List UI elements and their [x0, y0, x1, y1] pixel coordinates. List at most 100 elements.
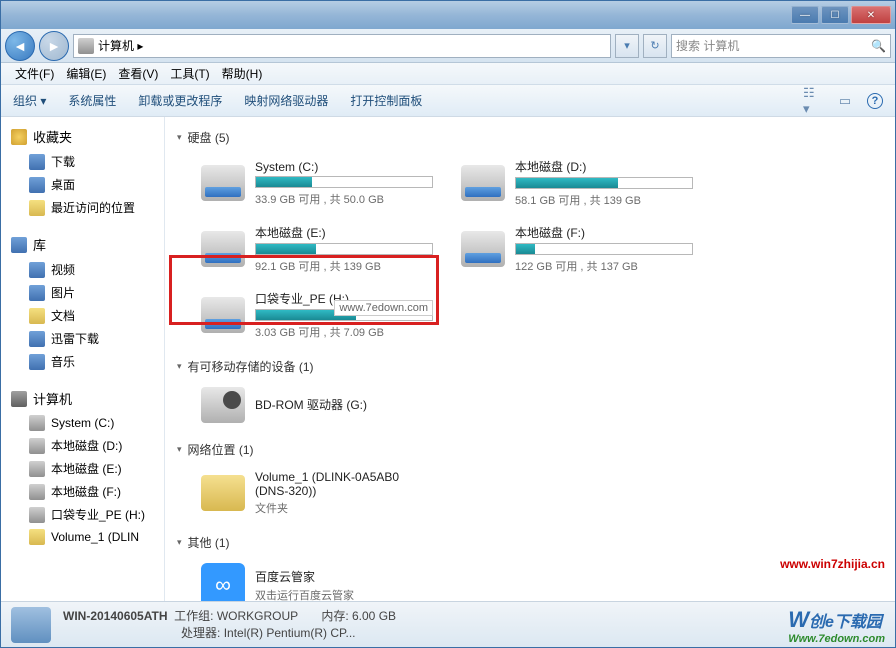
computer-icon [11, 391, 27, 407]
network-drive-icon [29, 529, 45, 545]
drive-d[interactable]: 本地磁盘 (D:) 58.1 GB 可用 , 共 139 GB [457, 154, 697, 212]
drive-icon [29, 438, 45, 454]
sidebar-item-drive-d[interactable]: 本地磁盘 (D:) [1, 434, 164, 457]
sidebar-item-drive-f[interactable]: 本地磁盘 (F:) [1, 480, 164, 503]
document-icon [29, 308, 45, 324]
window-controls: — ☐ ✕ [791, 6, 891, 24]
watermark-win7zhijia: www.win7zhijia.cn [780, 557, 885, 571]
section-network[interactable]: ▾网络位置 (1) [177, 437, 883, 462]
sidebar-item-documents[interactable]: 文档 [1, 304, 164, 327]
drive-h[interactable]: 口袋专业_PE (H:) 3.03 GB 可用 , 共 7.09 GB www.… [197, 286, 437, 344]
address-bar[interactable]: 计算机 ▸ [73, 34, 611, 58]
dropdown-history-button[interactable]: ▾ [615, 34, 639, 58]
hdd-icon [201, 231, 245, 267]
hdd-icon [461, 231, 505, 267]
video-icon [29, 262, 45, 278]
computer-icon [78, 38, 94, 54]
usage-bar [255, 243, 433, 255]
sidebar-item-drive-c[interactable]: System (C:) [1, 412, 164, 434]
folder-icon [201, 475, 245, 511]
section-removable[interactable]: ▾有可移动存储的设备 (1) [177, 354, 883, 379]
sidebar-item-downloads[interactable]: 下载 [1, 150, 164, 173]
system-properties-button[interactable]: 系统属性 [68, 92, 116, 109]
library-icon [11, 237, 27, 253]
forward-button[interactable]: ► [39, 31, 69, 61]
preview-pane-icon[interactable]: ▭ [835, 91, 855, 111]
refresh-button[interactable]: ↻ [643, 34, 667, 58]
map-network-button[interactable]: 映射网络驱动器 [244, 92, 328, 109]
drive-e[interactable]: 本地磁盘 (E:) 92.1 GB 可用 , 共 139 GB [197, 220, 437, 278]
collapse-icon: ▾ [177, 444, 182, 455]
sidebar-computer[interactable]: 计算机 [1, 385, 164, 412]
menu-help[interactable]: 帮助(H) [216, 63, 269, 84]
drives-grid: System (C:) 33.9 GB 可用 , 共 50.0 GB 本地磁盘 … [177, 150, 883, 354]
usage-bar [255, 176, 433, 188]
drive-icon [29, 507, 45, 523]
menu-file[interactable]: 文件(F) [9, 63, 60, 84]
command-bar: 组织 ▾ 系统属性 卸载或更改程序 映射网络驱动器 打开控制面板 ☷ ▾ ▭ ? [1, 85, 895, 117]
watermark-annotation: www.7edown.com [334, 300, 433, 316]
usage-bar [515, 243, 693, 255]
hdd-icon [461, 165, 505, 201]
sidebar-item-volume1[interactable]: Volume_1 (DLIN [1, 526, 164, 548]
usage-bar [515, 177, 693, 189]
section-hdd[interactable]: ▾硬盘 (5) [177, 125, 883, 150]
search-placeholder: 搜索 计算机 [676, 37, 739, 54]
navigation-bar: ◄ ► 计算机 ▸ ▾ ↻ 搜索 计算机 🔍 [1, 29, 895, 63]
organize-button[interactable]: 组织 ▾ [13, 92, 46, 109]
hdd-icon [201, 297, 245, 333]
drive-f[interactable]: 本地磁盘 (F:) 122 GB 可用 , 共 137 GB [457, 220, 697, 278]
desktop-icon [29, 177, 45, 193]
drive-c[interactable]: System (C:) 33.9 GB 可用 , 共 50.0 GB [197, 154, 437, 212]
back-button[interactable]: ◄ [5, 31, 35, 61]
maximize-button[interactable]: ☐ [821, 6, 849, 24]
minimize-button[interactable]: — [791, 6, 819, 24]
network-location[interactable]: Volume_1 (DLINK-0A5AB0 (DNS-320)) 文件夹 [197, 466, 437, 520]
sidebar-libraries[interactable]: 库 [1, 231, 164, 258]
computer-large-icon [11, 607, 51, 643]
view-options-icon[interactable]: ☷ ▾ [803, 91, 823, 111]
menu-tools[interactable]: 工具(T) [164, 63, 215, 84]
search-input[interactable]: 搜索 计算机 🔍 [671, 34, 891, 58]
collapse-icon: ▾ [177, 537, 182, 548]
sidebar-item-pictures[interactable]: 图片 [1, 281, 164, 304]
content-area: 收藏夹 下载 桌面 最近访问的位置 库 视频 图片 文档 迅雷下载 音乐 计算机… [1, 117, 895, 601]
download-icon [29, 154, 45, 170]
picture-icon [29, 285, 45, 301]
sidebar-item-xunlei[interactable]: 迅雷下载 [1, 327, 164, 350]
section-other[interactable]: ▾其他 (1) [177, 530, 883, 555]
explorer-window: — ☐ ✕ ◄ ► 计算机 ▸ ▾ ↻ 搜索 计算机 🔍 文件(F) 编辑(E)… [0, 0, 896, 648]
recent-icon [29, 200, 45, 216]
removable-row: BD-ROM 驱动器 (G:) [177, 379, 883, 437]
sidebar-item-music[interactable]: 音乐 [1, 350, 164, 373]
search-icon[interactable]: 🔍 [871, 39, 886, 53]
network-row: Volume_1 (DLINK-0A5AB0 (DNS-320)) 文件夹 [177, 462, 883, 530]
breadcrumb[interactable]: 计算机 ▸ [98, 37, 143, 54]
drive-icon [29, 415, 45, 431]
sidebar-favorites[interactable]: 收藏夹 [1, 123, 164, 150]
sidebar-item-drive-e[interactable]: 本地磁盘 (E:) [1, 457, 164, 480]
details-pane: WIN-20140605ATH 工作组: WORKGROUP 内存: 6.00 … [1, 601, 895, 647]
help-icon[interactable]: ? [867, 93, 883, 109]
sidebar-item-desktop[interactable]: 桌面 [1, 173, 164, 196]
uninstall-button[interactable]: 卸载或更改程序 [138, 92, 222, 109]
drive-icon [29, 461, 45, 477]
collapse-icon: ▾ [177, 361, 182, 372]
sidebar-item-drive-h[interactable]: 口袋专业_PE (H:) [1, 503, 164, 526]
toolbar-right: ☷ ▾ ▭ ? [803, 91, 883, 111]
menu-edit[interactable]: 编辑(E) [60, 63, 112, 84]
watermark-7edown: W创e下载园 Www.7edown.com [788, 607, 885, 645]
bdrom-icon [201, 387, 245, 423]
titlebar: — ☐ ✕ [1, 1, 895, 29]
sidebar-item-recent[interactable]: 最近访问的位置 [1, 196, 164, 219]
xunlei-icon [29, 331, 45, 347]
bd-rom-drive[interactable]: BD-ROM 驱动器 (G:) [197, 383, 437, 427]
navigation-pane: 收藏夹 下载 桌面 最近访问的位置 库 视频 图片 文档 迅雷下载 音乐 计算机… [1, 117, 165, 601]
close-button[interactable]: ✕ [851, 6, 891, 24]
star-icon [11, 129, 27, 145]
baidu-cloud-item[interactable]: ∞ 百度云管家 双击运行百度云管家 [197, 559, 437, 601]
drive-icon [29, 484, 45, 500]
open-control-panel-button[interactable]: 打开控制面板 [350, 92, 422, 109]
sidebar-item-videos[interactable]: 视频 [1, 258, 164, 281]
menu-view[interactable]: 查看(V) [112, 63, 164, 84]
